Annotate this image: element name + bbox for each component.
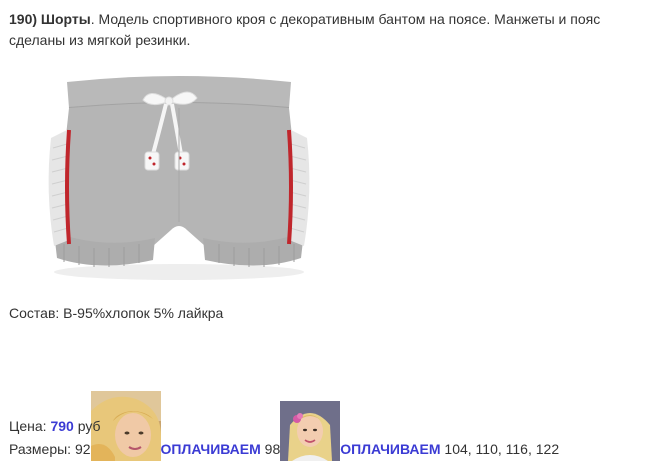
- user-avatar-1[interactable]: [90, 391, 161, 461]
- size-98: 98: [260, 441, 281, 457]
- product-card: 190) Шорты. Модель спортивного кроя с де…: [9, 9, 649, 461]
- sizes-label: Размеры: 92: [9, 441, 91, 457]
- user-avatar-blonde-flower: [280, 401, 341, 461]
- product-image: [9, 62, 349, 289]
- product-description: 190) Шорты. Модель спортивного кроя с де…: [9, 9, 649, 51]
- product-title: 190) Шорты: [9, 11, 91, 27]
- price-currency: руб: [73, 418, 101, 434]
- gray-shorts-image: [9, 62, 349, 289]
- composition-text: Состав: В-95%хлопок 5% лайкра: [9, 305, 224, 321]
- product-description-text: . Модель спортивного кроя с декоративным…: [9, 11, 601, 48]
- price-row: Цена: 790 руб: [9, 418, 101, 435]
- pay-link-1[interactable]: ОПЛАЧИВАЕМ: [161, 441, 261, 457]
- price-label: Цена:: [9, 418, 51, 434]
- user-avatar-blonde: [90, 391, 161, 461]
- sizes-rest: 104, 110, 116, 122: [440, 441, 560, 457]
- pay-link-2[interactable]: ОПЛАЧИВАЕМ: [340, 441, 440, 457]
- price-amount: 790: [50, 418, 74, 434]
- user-avatar-2[interactable]: [280, 401, 341, 461]
